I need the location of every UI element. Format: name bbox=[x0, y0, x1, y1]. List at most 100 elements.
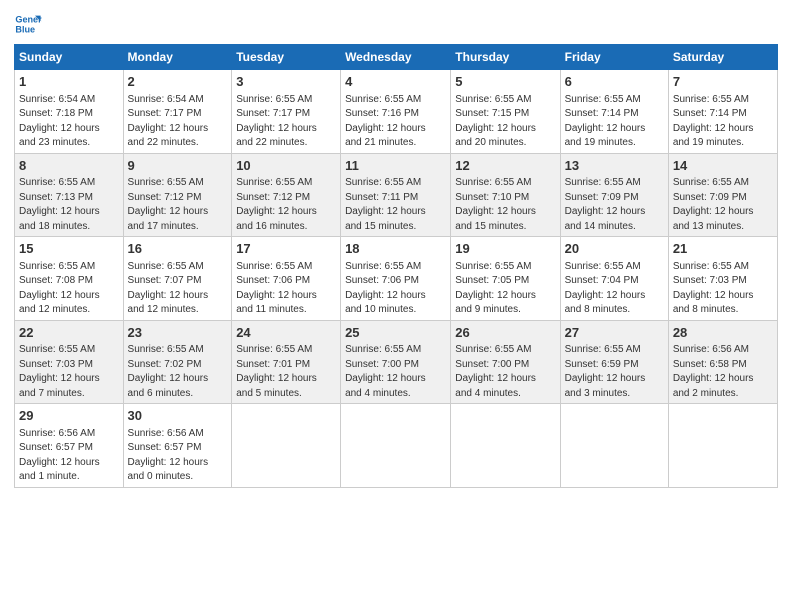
calendar-cell: 30 Sunrise: 6:56 AM Sunset: 6:57 PM Dayli… bbox=[123, 404, 232, 488]
calendar-cell bbox=[341, 404, 451, 488]
day-number: 11 bbox=[345, 157, 446, 175]
day-number: 18 bbox=[345, 240, 446, 258]
day-number: 16 bbox=[128, 240, 228, 258]
day-number: 19 bbox=[455, 240, 555, 258]
day-number: 9 bbox=[128, 157, 228, 175]
calendar-cell: 21 Sunrise: 6:55 AM Sunset: 7:03 PM Dayli… bbox=[668, 237, 777, 321]
day-info: Sunrise: 6:55 AM Sunset: 7:06 PM Dayligh… bbox=[345, 261, 426, 316]
day-info: Sunrise: 6:55 AM Sunset: 7:14 PM Dayligh… bbox=[673, 94, 754, 149]
svg-text:Blue: Blue bbox=[15, 24, 35, 34]
day-number: 26 bbox=[455, 324, 555, 342]
day-number: 17 bbox=[236, 240, 336, 258]
col-header-saturday: Saturday bbox=[668, 45, 777, 70]
col-header-wednesday: Wednesday bbox=[341, 45, 451, 70]
calendar-cell bbox=[232, 404, 341, 488]
day-number: 20 bbox=[565, 240, 664, 258]
day-number: 13 bbox=[565, 157, 664, 175]
calendar-cell: 11 Sunrise: 6:55 AM Sunset: 7:11 PM Dayli… bbox=[341, 153, 451, 237]
day-number: 28 bbox=[673, 324, 773, 342]
calendar-cell: 13 Sunrise: 6:55 AM Sunset: 7:09 PM Dayli… bbox=[560, 153, 668, 237]
day-info: Sunrise: 6:54 AM Sunset: 7:17 PM Dayligh… bbox=[128, 94, 209, 149]
week-row-3: 15 Sunrise: 6:55 AM Sunset: 7:08 PM Dayli… bbox=[15, 237, 778, 321]
calendar-cell: 1 Sunrise: 6:54 AM Sunset: 7:18 PM Daylig… bbox=[15, 70, 124, 154]
col-header-tuesday: Tuesday bbox=[232, 45, 341, 70]
week-row-1: 1 Sunrise: 6:54 AM Sunset: 7:18 PM Daylig… bbox=[15, 70, 778, 154]
calendar-cell: 6 Sunrise: 6:55 AM Sunset: 7:14 PM Daylig… bbox=[560, 70, 668, 154]
calendar-cell bbox=[560, 404, 668, 488]
calendar-cell: 23 Sunrise: 6:55 AM Sunset: 7:02 PM Dayli… bbox=[123, 320, 232, 404]
week-row-5: 29Sunrise: 6:56 AM Sunset: 6:57 PM Dayli… bbox=[15, 404, 778, 488]
day-number: 22 bbox=[19, 324, 119, 342]
calendar-cell: 12 Sunrise: 6:55 AM Sunset: 7:10 PM Dayli… bbox=[451, 153, 560, 237]
calendar-cell: 2 Sunrise: 6:54 AM Sunset: 7:17 PM Daylig… bbox=[123, 70, 232, 154]
day-info: Sunrise: 6:55 AM Sunset: 7:03 PM Dayligh… bbox=[673, 261, 754, 316]
day-number: 21 bbox=[673, 240, 773, 258]
day-info: Sunrise: 6:56 AM Sunset: 6:57 PM Dayligh… bbox=[19, 428, 100, 483]
day-info: Sunrise: 6:55 AM Sunset: 7:06 PM Dayligh… bbox=[236, 261, 317, 316]
day-info: Sunrise: 6:55 AM Sunset: 7:17 PM Dayligh… bbox=[236, 94, 317, 149]
calendar-cell: 28 Sunrise: 6:56 AM Sunset: 6:58 PM Dayli… bbox=[668, 320, 777, 404]
calendar-cell bbox=[451, 404, 560, 488]
day-number: 14 bbox=[673, 157, 773, 175]
day-info: Sunrise: 6:55 AM Sunset: 7:12 PM Dayligh… bbox=[236, 177, 317, 232]
day-number: 12 bbox=[455, 157, 555, 175]
day-number: 23 bbox=[128, 324, 228, 342]
day-info: Sunrise: 6:56 AM Sunset: 6:57 PM Dayligh… bbox=[128, 428, 209, 483]
day-number: 5 bbox=[455, 73, 555, 91]
calendar-cell: 27 Sunrise: 6:55 AM Sunset: 6:59 PM Dayli… bbox=[560, 320, 668, 404]
day-info: Sunrise: 6:55 AM Sunset: 7:04 PM Dayligh… bbox=[565, 261, 646, 316]
calendar-cell: 8Sunrise: 6:55 AM Sunset: 7:13 PM Daylig… bbox=[15, 153, 124, 237]
day-number: 27 bbox=[565, 324, 664, 342]
calendar-cell: 9 Sunrise: 6:55 AM Sunset: 7:12 PM Daylig… bbox=[123, 153, 232, 237]
day-info: Sunrise: 6:55 AM Sunset: 7:08 PM Dayligh… bbox=[19, 261, 100, 316]
day-number: 24 bbox=[236, 324, 336, 342]
header: General Blue bbox=[14, 10, 778, 38]
col-header-friday: Friday bbox=[560, 45, 668, 70]
day-info: Sunrise: 6:55 AM Sunset: 7:12 PM Dayligh… bbox=[128, 177, 209, 232]
calendar-cell: 3 Sunrise: 6:55 AM Sunset: 7:17 PM Daylig… bbox=[232, 70, 341, 154]
calendar-cell: 19 Sunrise: 6:55 AM Sunset: 7:05 PM Dayli… bbox=[451, 237, 560, 321]
day-number: 6 bbox=[565, 73, 664, 91]
day-info: Sunrise: 6:55 AM Sunset: 7:15 PM Dayligh… bbox=[455, 94, 536, 149]
day-number: 7 bbox=[673, 73, 773, 91]
day-number: 10 bbox=[236, 157, 336, 175]
col-header-monday: Monday bbox=[123, 45, 232, 70]
day-info: Sunrise: 6:55 AM Sunset: 6:59 PM Dayligh… bbox=[565, 344, 646, 399]
day-info: Sunrise: 6:55 AM Sunset: 7:00 PM Dayligh… bbox=[345, 344, 426, 399]
day-number: 1 bbox=[19, 73, 119, 91]
day-info: Sunrise: 6:55 AM Sunset: 7:10 PM Dayligh… bbox=[455, 177, 536, 232]
calendar-cell: 14Sunrise: 6:55 AM Sunset: 7:09 PM Dayli… bbox=[668, 153, 777, 237]
calendar-cell: 24 Sunrise: 6:55 AM Sunset: 7:01 PM Dayli… bbox=[232, 320, 341, 404]
calendar-cell: 25 Sunrise: 6:55 AM Sunset: 7:00 PM Dayli… bbox=[341, 320, 451, 404]
week-row-2: 8Sunrise: 6:55 AM Sunset: 7:13 PM Daylig… bbox=[15, 153, 778, 237]
week-row-4: 22 Sunrise: 6:55 AM Sunset: 7:03 PM Dayli… bbox=[15, 320, 778, 404]
calendar-cell: 17 Sunrise: 6:55 AM Sunset: 7:06 PM Dayli… bbox=[232, 237, 341, 321]
page-container: General Blue SundayMondayTuesdayWednesda… bbox=[0, 0, 792, 494]
day-info: Sunrise: 6:55 AM Sunset: 7:11 PM Dayligh… bbox=[345, 177, 426, 232]
day-info: Sunrise: 6:54 AM Sunset: 7:18 PM Dayligh… bbox=[19, 94, 100, 149]
day-number: 30 bbox=[128, 407, 228, 425]
day-info: Sunrise: 6:55 AM Sunset: 7:14 PM Dayligh… bbox=[565, 94, 646, 149]
day-number: 8 bbox=[19, 157, 119, 175]
day-number: 3 bbox=[236, 73, 336, 91]
day-info: Sunrise: 6:55 AM Sunset: 7:05 PM Dayligh… bbox=[455, 261, 536, 316]
day-number: 4 bbox=[345, 73, 446, 91]
day-info: Sunrise: 6:55 AM Sunset: 7:02 PM Dayligh… bbox=[128, 344, 209, 399]
col-header-thursday: Thursday bbox=[451, 45, 560, 70]
logo: General Blue bbox=[14, 10, 46, 38]
day-info: Sunrise: 6:56 AM Sunset: 6:58 PM Dayligh… bbox=[673, 344, 754, 399]
header-row: SundayMondayTuesdayWednesdayThursdayFrid… bbox=[15, 45, 778, 70]
day-info: Sunrise: 6:55 AM Sunset: 7:09 PM Dayligh… bbox=[565, 177, 646, 232]
calendar-cell: 5 Sunrise: 6:55 AM Sunset: 7:15 PM Daylig… bbox=[451, 70, 560, 154]
day-info: Sunrise: 6:55 AM Sunset: 7:00 PM Dayligh… bbox=[455, 344, 536, 399]
calendar-cell: 18 Sunrise: 6:55 AM Sunset: 7:06 PM Dayli… bbox=[341, 237, 451, 321]
day-info: Sunrise: 6:55 AM Sunset: 7:16 PM Dayligh… bbox=[345, 94, 426, 149]
day-info: Sunrise: 6:55 AM Sunset: 7:03 PM Dayligh… bbox=[19, 344, 100, 399]
calendar-cell: 10 Sunrise: 6:55 AM Sunset: 7:12 PM Dayli… bbox=[232, 153, 341, 237]
calendar-cell: 20 Sunrise: 6:55 AM Sunset: 7:04 PM Dayli… bbox=[560, 237, 668, 321]
day-number: 2 bbox=[128, 73, 228, 91]
day-info: Sunrise: 6:55 AM Sunset: 7:01 PM Dayligh… bbox=[236, 344, 317, 399]
calendar-table: SundayMondayTuesdayWednesdayThursdayFrid… bbox=[14, 44, 778, 488]
day-number: 25 bbox=[345, 324, 446, 342]
day-number: 15 bbox=[19, 240, 119, 258]
